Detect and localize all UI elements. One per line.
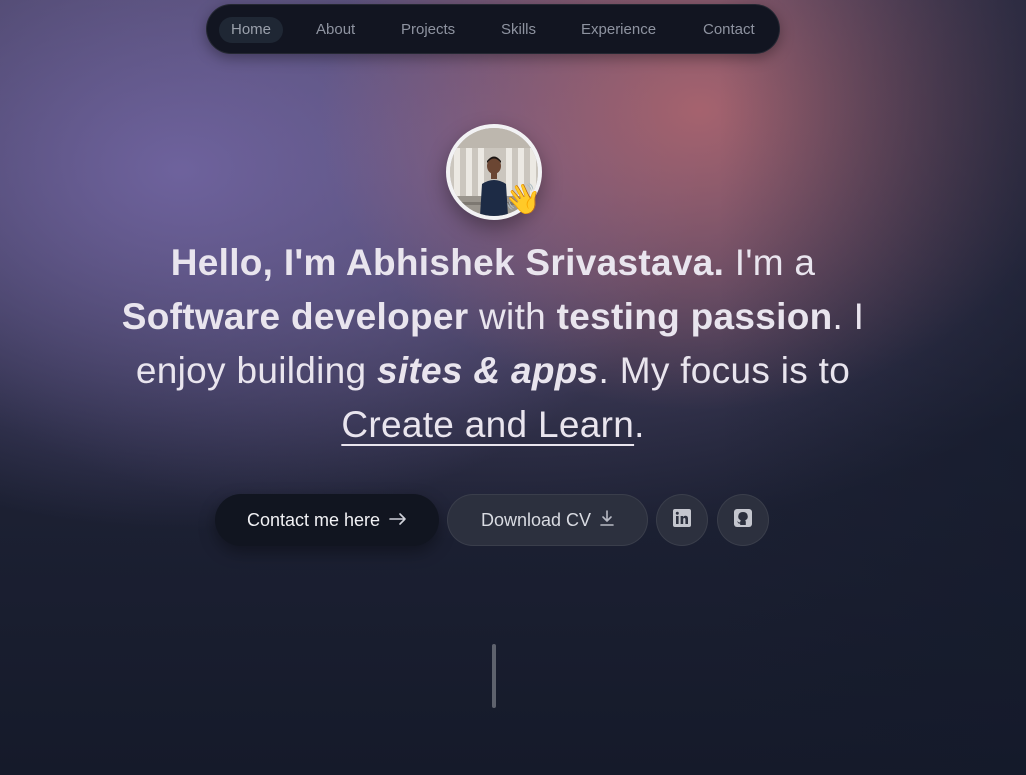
nav-item-experience[interactable]: Experience xyxy=(569,17,668,43)
intro-what: sites & apps xyxy=(376,350,599,391)
download-cv-button[interactable]: Download CV xyxy=(447,494,648,546)
arrow-right-icon xyxy=(389,510,407,531)
contact-me-label: Contact me here xyxy=(246,509,381,530)
intro-greeting: Hello, I'm Abhishek Srivastava. xyxy=(170,242,725,283)
intro-motto: Create and Learn xyxy=(341,404,635,445)
nav-item-about[interactable]: About xyxy=(304,17,367,43)
nav-item-skills[interactable]: Skills xyxy=(489,17,548,43)
intro-passion: testing passion xyxy=(556,296,833,337)
intro-with: with xyxy=(468,296,557,337)
contact-me-button[interactable]: Contact me here xyxy=(215,494,439,546)
download-icon xyxy=(600,509,614,531)
nav-item-home[interactable]: Home xyxy=(219,17,284,43)
linkedin-icon xyxy=(673,508,691,532)
scroll-indicator xyxy=(492,644,496,708)
github-button[interactable] xyxy=(717,494,769,546)
github-icon xyxy=(734,508,752,532)
nav-item-projects[interactable]: Projects xyxy=(389,17,467,43)
hero-intro-text: Hello, I'm Abhishek Srivastava. I'm a So… xyxy=(100,236,886,452)
linkedin-button[interactable] xyxy=(656,494,708,546)
intro-focus: . My focus is to xyxy=(598,350,851,391)
intro-im-a: I'm a xyxy=(724,242,816,283)
intro-role: Software developer xyxy=(121,296,469,337)
nav-item-contact[interactable]: Contact xyxy=(691,17,767,43)
top-navigation: Home About Projects Skills Experience Co… xyxy=(206,4,780,54)
download-cv-label: Download CV xyxy=(480,509,592,530)
waving-hand-icon: 👋 xyxy=(504,183,542,216)
intro-end: . xyxy=(634,404,645,445)
